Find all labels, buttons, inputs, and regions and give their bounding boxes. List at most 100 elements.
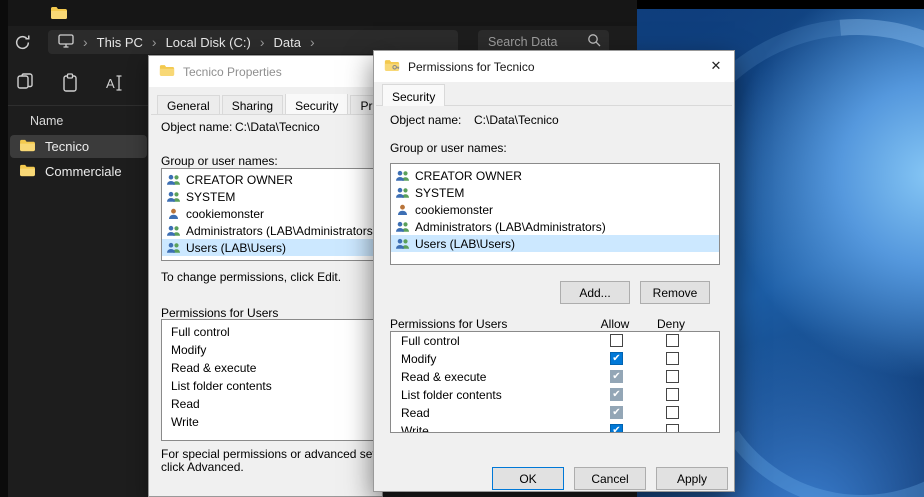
permission-row-write: Write xyxy=(391,422,719,433)
group-item-creator-owner[interactable]: CREATOR OWNER xyxy=(391,167,719,184)
edit-hint-text: To change permissions, click Edit. xyxy=(161,270,341,284)
user-name: cookiemonster xyxy=(415,203,493,217)
file-list-item-commerciale[interactable]: Commerciale xyxy=(10,160,147,183)
allow-checkbox-read-execute[interactable] xyxy=(610,370,623,383)
tab-sharing[interactable]: Sharing xyxy=(222,95,283,114)
properties-dialog-titlebar: Tecnico Properties xyxy=(149,56,382,87)
group-item-users[interactable]: Users (LAB\Users) xyxy=(162,239,373,256)
explorer-tab-folder-icon[interactable] xyxy=(50,6,68,20)
breadcrumb-this-pc[interactable]: This PC xyxy=(97,35,143,50)
allow-checkbox-write[interactable] xyxy=(610,424,623,433)
chevron-right-icon[interactable]: › xyxy=(310,35,315,49)
ok-button[interactable]: OK xyxy=(492,467,564,490)
close-icon[interactable]: ✕ xyxy=(698,51,734,81)
permission-row-read[interactable]: Read xyxy=(162,395,373,413)
add-button[interactable]: Add... xyxy=(560,281,630,304)
properties-dialog-title: Tecnico Properties xyxy=(183,65,282,79)
deny-checkbox-list-folder-contents[interactable] xyxy=(666,388,679,401)
group-item-users[interactable]: Users (LAB\Users) xyxy=(391,235,719,252)
chevron-right-icon[interactable]: › xyxy=(83,35,88,49)
permission-name: Modify xyxy=(401,352,436,366)
left-edge-strip xyxy=(0,0,8,497)
permissions-dialog-icon xyxy=(384,59,400,75)
deny-column-header: Deny xyxy=(645,317,697,331)
group-item-administrators[interactable]: Administrators (LAB\Administrators) xyxy=(162,222,373,239)
group-name: Users (LAB\Users) xyxy=(415,237,515,251)
object-name-value: C:\Data\Tecnico xyxy=(474,113,559,127)
rename-icon[interactable]: A xyxy=(104,72,128,96)
permission-name: Read & execute xyxy=(401,370,486,384)
folder-icon xyxy=(19,164,36,180)
this-pc-icon xyxy=(58,34,74,51)
permission-row-full-control: Full control xyxy=(391,332,719,350)
permissions-for-users-label: Permissions for Users xyxy=(390,317,507,331)
group-name: Administrators (LAB\Administrators) xyxy=(415,220,606,234)
group-user-list: CREATOR OWNER SYSTEM cookiemonster Admin… xyxy=(390,163,720,265)
properties-dialog-icon xyxy=(159,64,175,80)
deny-checkbox-write[interactable] xyxy=(666,424,679,433)
permission-row-modify[interactable]: Modify xyxy=(162,341,373,359)
tab-security[interactable]: Security xyxy=(285,94,348,114)
group-user-list: CREATOR OWNER SYSTEM cookiemonster Admin… xyxy=(161,168,374,261)
deny-checkbox-modify[interactable] xyxy=(666,352,679,365)
apply-button[interactable]: Apply xyxy=(656,467,728,490)
deny-checkbox-read[interactable] xyxy=(666,406,679,419)
permissions-dialog: Permissions for Tecnico ✕ Security Objec… xyxy=(373,50,735,492)
properties-dialog: Tecnico Properties General Sharing Secur… xyxy=(148,55,383,497)
remove-button[interactable]: Remove xyxy=(640,281,710,304)
permissions-dialog-title: Permissions for Tecnico xyxy=(408,60,535,74)
permission-row-full-control[interactable]: Full control xyxy=(162,323,373,341)
group-item-administrators[interactable]: Administrators (LAB\Administrators) xyxy=(391,218,719,235)
permission-row-modify: Modify xyxy=(391,350,719,368)
allow-checkbox-list-folder-contents[interactable] xyxy=(610,388,623,401)
permission-row-write[interactable]: Write xyxy=(162,413,373,431)
permission-name: Write xyxy=(401,424,429,433)
breadcrumb-data[interactable]: Data xyxy=(274,35,301,50)
group-item-creator-owner[interactable]: CREATOR OWNER xyxy=(162,171,373,188)
file-list-item-tecnico[interactable]: Tecnico xyxy=(10,135,147,158)
group-item-cookiemonster[interactable]: cookiemonster xyxy=(162,205,373,222)
group-name: SYSTEM xyxy=(186,190,235,204)
paste-icon[interactable] xyxy=(60,72,84,96)
properties-tab-strip: General Sharing Security Previous Vers xyxy=(157,94,382,114)
folder-name: Tecnico xyxy=(45,139,89,154)
permission-row-list-folder-contents[interactable]: List folder contents xyxy=(162,377,373,395)
folder-name: Commerciale xyxy=(45,164,122,179)
column-header-name[interactable]: Name xyxy=(30,114,63,128)
permission-row-read-execute[interactable]: Read & execute xyxy=(162,359,373,377)
search-icon xyxy=(587,33,601,52)
advanced-hint-line2: click Advanced. xyxy=(161,460,244,474)
permission-name: List folder contents xyxy=(401,388,502,402)
copy-icon[interactable] xyxy=(14,72,38,96)
group-item-system[interactable]: SYSTEM xyxy=(391,184,719,201)
deny-checkbox-full-control[interactable] xyxy=(666,334,679,347)
object-name-value: C:\Data\Tecnico xyxy=(235,120,320,134)
group-user-names-label: Group or user names: xyxy=(390,141,507,155)
tab-security[interactable]: Security xyxy=(382,84,445,106)
advanced-hint-line1: For special permissions or advanced sett… xyxy=(161,447,383,461)
permissions-tab-strip: Security xyxy=(382,85,447,105)
deny-checkbox-read-execute[interactable] xyxy=(666,370,679,383)
allow-checkbox-full-control[interactable] xyxy=(610,334,623,347)
permission-name: Full control xyxy=(401,334,460,348)
group-name: SYSTEM xyxy=(415,186,464,200)
permission-row-read-execute: Read & execute xyxy=(391,368,719,386)
tab-general[interactable]: General xyxy=(157,95,220,114)
chevron-right-icon[interactable]: › xyxy=(260,35,265,49)
group-item-system[interactable]: SYSTEM xyxy=(162,188,373,205)
permission-row-read: Read xyxy=(391,404,719,422)
allow-checkbox-read[interactable] xyxy=(610,406,623,419)
allow-column-header: Allow xyxy=(589,317,641,331)
group-item-cookiemonster[interactable]: cookiemonster xyxy=(391,201,719,218)
tab-page-divider xyxy=(151,114,380,115)
permission-name: Read xyxy=(401,406,430,420)
refresh-button[interactable] xyxy=(14,34,32,52)
breadcrumb-local-disk-c[interactable]: Local Disk (C:) xyxy=(166,35,251,50)
explorer-tab-bar xyxy=(0,0,637,26)
group-name: Administrators (LAB\Administrators) xyxy=(186,224,374,238)
cancel-button[interactable]: Cancel xyxy=(574,467,646,490)
permissions-checkbox-list: Full control Modify Read & execute List … xyxy=(390,331,720,433)
chevron-right-icon[interactable]: › xyxy=(152,35,157,49)
permissions-dialog-titlebar: Permissions for Tecnico ✕ xyxy=(374,51,734,82)
allow-checkbox-modify[interactable] xyxy=(610,352,623,365)
